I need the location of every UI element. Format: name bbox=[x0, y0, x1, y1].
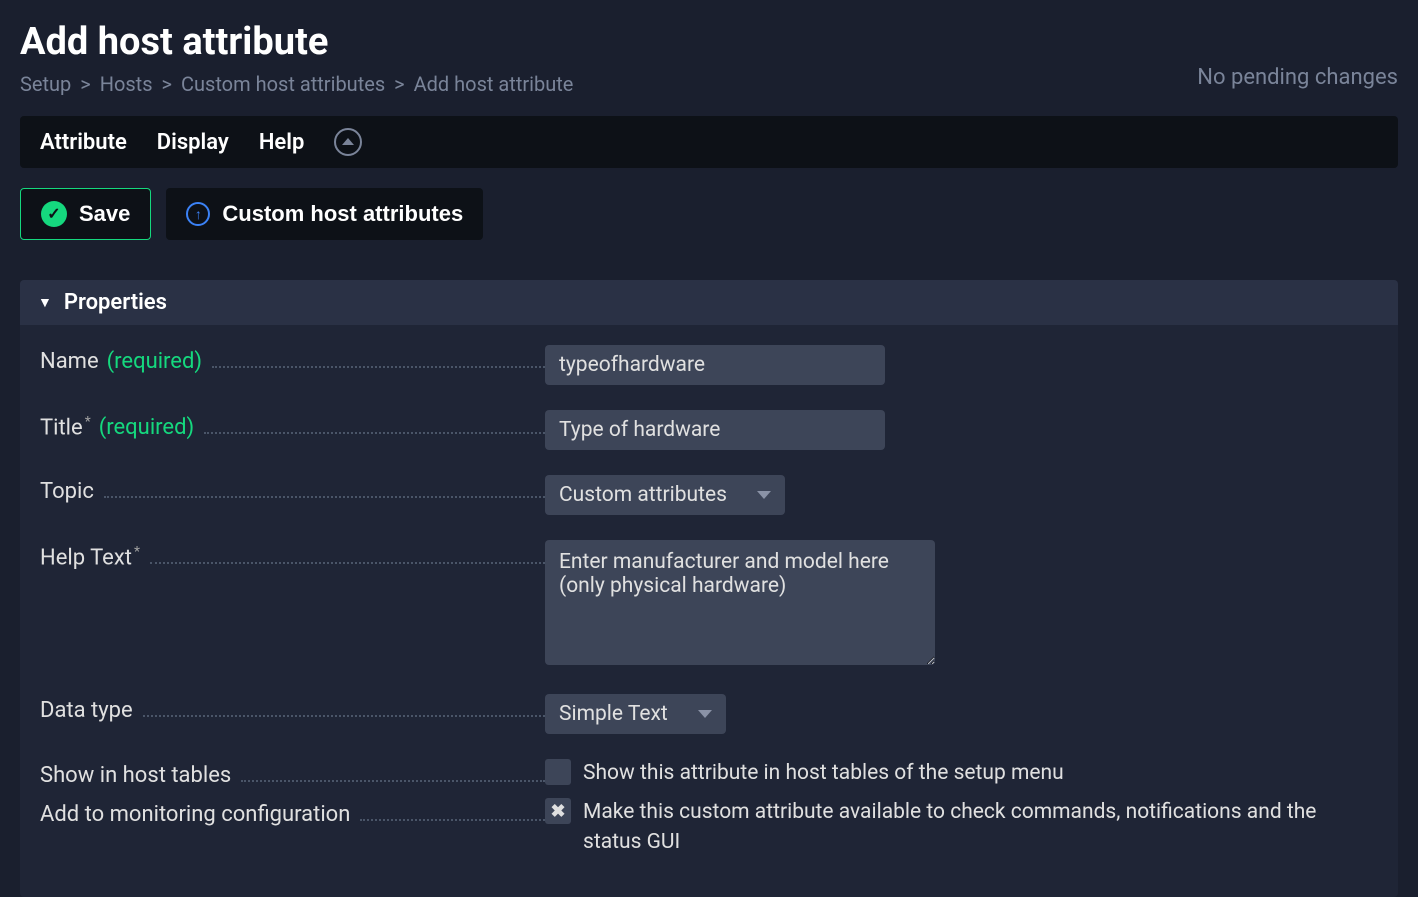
add-to-monitoring-description: Make this custom attribute available to … bbox=[583, 798, 1365, 857]
dotted-fill bbox=[150, 562, 545, 564]
title-required: (required) bbox=[99, 415, 194, 440]
check-icon: ✓ bbox=[41, 201, 67, 227]
menu-help[interactable]: Help bbox=[259, 130, 305, 155]
dotted-fill bbox=[104, 496, 545, 498]
name-label: Name bbox=[40, 349, 99, 374]
title-input[interactable] bbox=[545, 410, 885, 450]
topic-select[interactable]: Custom attributes bbox=[545, 475, 785, 515]
menu-bar: Attribute Display Help bbox=[20, 116, 1398, 168]
dotted-fill bbox=[204, 432, 545, 434]
breadcrumb-sep: > bbox=[162, 72, 172, 96]
dotted-fill bbox=[143, 715, 545, 717]
collapse-icon[interactable] bbox=[334, 128, 362, 156]
pending-changes[interactable]: No pending changes bbox=[1197, 65, 1398, 90]
breadcrumb-sep: > bbox=[80, 72, 90, 96]
topic-label: Topic bbox=[40, 479, 94, 504]
name-required: (required) bbox=[107, 349, 202, 374]
save-button[interactable]: ✓ Save bbox=[20, 188, 151, 240]
breadcrumb-hosts[interactable]: Hosts bbox=[100, 72, 153, 96]
show-in-tables-checkbox[interactable] bbox=[545, 759, 571, 785]
add-to-monitoring-checkbox[interactable]: ✖ bbox=[545, 798, 571, 824]
name-input[interactable] bbox=[545, 345, 885, 385]
save-button-label: Save bbox=[79, 201, 130, 227]
custom-host-attributes-button[interactable]: ↑ Custom host attributes bbox=[166, 188, 483, 240]
dropdown-icon bbox=[698, 710, 712, 718]
dotted-fill bbox=[212, 366, 545, 368]
datatype-select[interactable]: Simple Text bbox=[545, 694, 726, 734]
page-title: Add host attribute bbox=[20, 20, 1197, 64]
breadcrumb-custom-attrs[interactable]: Custom host attributes bbox=[181, 72, 385, 96]
breadcrumb-setup[interactable]: Setup bbox=[20, 72, 71, 96]
chevron-up-icon bbox=[342, 138, 354, 145]
helptext-label: Help Text* bbox=[40, 544, 140, 570]
title-label: Title* bbox=[40, 414, 91, 440]
section-collapse-icon[interactable]: ▼ bbox=[38, 294, 52, 311]
properties-section: ▼ Properties Name (required) Title* (req… bbox=[20, 280, 1398, 897]
show-in-tables-label: Show in host tables bbox=[40, 763, 231, 788]
datatype-value: Simple Text bbox=[559, 702, 668, 726]
helptext-textarea[interactable]: Enter manufacturer and model here (only … bbox=[545, 540, 935, 665]
breadcrumb-current: Add host attribute bbox=[414, 72, 574, 96]
custom-host-attributes-label: Custom host attributes bbox=[222, 201, 463, 227]
up-arrow-icon: ↑ bbox=[186, 202, 210, 226]
breadcrumb: Setup > Hosts > Custom host attributes >… bbox=[20, 72, 1197, 96]
dotted-fill bbox=[241, 780, 545, 782]
section-header[interactable]: ▼ Properties bbox=[20, 280, 1398, 325]
add-to-monitoring-label: Add to monitoring configuration bbox=[40, 802, 350, 827]
datatype-label: Data type bbox=[40, 698, 133, 723]
dropdown-icon bbox=[757, 491, 771, 499]
topic-value: Custom attributes bbox=[559, 483, 727, 507]
dotted-fill bbox=[360, 819, 545, 821]
menu-attribute[interactable]: Attribute bbox=[40, 130, 127, 155]
section-title: Properties bbox=[64, 290, 167, 315]
breadcrumb-sep: > bbox=[394, 72, 404, 96]
menu-display[interactable]: Display bbox=[157, 130, 229, 155]
show-in-tables-description: Show this attribute in host tables of th… bbox=[583, 759, 1064, 788]
